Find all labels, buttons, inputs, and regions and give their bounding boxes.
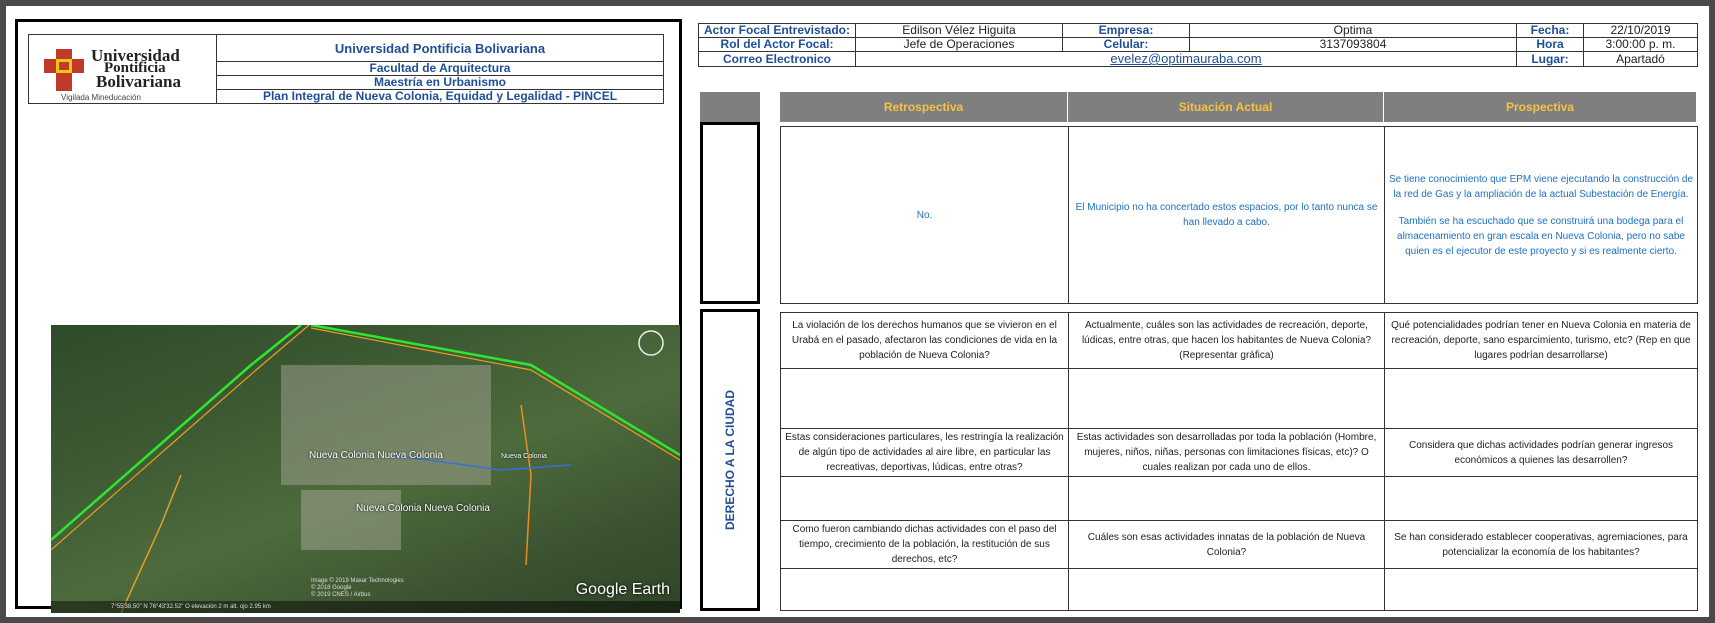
question-retro-cell: Estas consideraciones particulares, les … <box>780 428 1069 477</box>
map-credits: Image © 2019 Maxar Technologies © 2018 G… <box>311 578 404 599</box>
actor-value: Edilson Vélez Higuita <box>855 23 1063 38</box>
satellite-map[interactable]: Nueva Colonia Nueva Colonia Nueva Coloni… <box>51 325 680 613</box>
interview-info-table: Actor Focal Entrevistado: Edilson Vélez … <box>698 23 1698 67</box>
map-label: Nueva Colonia Nueva Colonia <box>309 450 443 461</box>
questions-table: La violación de los derechos humanos que… <box>780 312 1698 611</box>
email-link[interactable]: evelez@optimauraba.com <box>1110 51 1261 66</box>
question-retro-cell: Como fueron cambiando dichas actividades… <box>780 520 1069 569</box>
compass-icon <box>638 330 664 356</box>
fecha-value: 22/10/2019 <box>1583 23 1698 38</box>
question-prosp-cell: Qué potencialidades podrían tener en Nue… <box>1384 312 1698 369</box>
wordmark-line: Bolivariana <box>96 72 182 91</box>
header-line-master: Maestría en Urbanismo <box>216 75 664 90</box>
credit-line: © 2019 CNES / Airbus <box>311 592 371 598</box>
map-label: Nueva Colonia Nueva Colonia <box>356 503 490 514</box>
lugar-label: Lugar: <box>1516 51 1584 67</box>
first-block-table: No. El Municipio no ha concertado estos … <box>780 126 1698 304</box>
column-header-row: Retrospectiva Situación Actual Prospecti… <box>780 92 1697 122</box>
lugar-value: Apartadó <box>1583 51 1698 67</box>
institution-header: Universidad Pontificia Bolivariana Vigil… <box>28 34 664 104</box>
celular-label: Celular: <box>1062 37 1190 52</box>
section-label-wrap: DERECHO A LA CIUDAD <box>703 312 757 608</box>
answer-cell[interactable] <box>1384 368 1698 429</box>
hora-label: Hora <box>1516 37 1584 52</box>
column-header-prospectiva: Prospectiva <box>1384 92 1697 122</box>
answer-cell[interactable] <box>780 568 1069 611</box>
header-line-plan: Plan Integral de Nueva Colonia, Equidad … <box>216 89 664 104</box>
question-actual-cell: Actualmente, cuáles son las actividades … <box>1068 312 1385 369</box>
first-block-retro-cell: No. <box>780 126 1069 304</box>
logo-cell: Universidad Pontificia Bolivariana Vigil… <box>28 34 217 104</box>
answer-cell[interactable] <box>1384 476 1698 521</box>
column-header-situacion-actual: Situación Actual <box>1068 92 1384 122</box>
google-earth-logo: Google Earth <box>575 581 670 598</box>
left-panel: Universidad Pontificia Bolivariana Vigil… <box>15 19 682 613</box>
header-line-university: Universidad Pontificia Bolivariana <box>216 34 664 62</box>
logo-caption: Vigilada Mineducación <box>61 93 141 102</box>
column-header-retrospectiva: Retrospectiva <box>780 92 1068 122</box>
section-label: DERECHO A LA CIUDAD <box>723 390 737 530</box>
answer-cell[interactable] <box>1068 568 1385 611</box>
hora-value: 3:00:00 p. m. <box>1583 37 1698 52</box>
prosp-paragraph: También se ha escuchado que se construir… <box>1397 215 1685 257</box>
credit-line: © 2018 Google <box>311 585 352 591</box>
first-block-prosp-cell: Se tiene conocimiento que EPM viene ejec… <box>1384 126 1698 304</box>
map-status-bar: 7°55'38.50" N 76°43'32.52" O elevación 2… <box>51 601 680 613</box>
document-page: Universidad Pontificia Bolivariana Vigil… <box>6 6 1709 617</box>
section-box-top <box>700 122 760 304</box>
empresa-value: Optima <box>1189 23 1517 38</box>
header-corner-cell <box>700 92 760 122</box>
question-prosp-cell: Considera que dichas actividades podrían… <box>1384 428 1698 477</box>
section-box-derecho: DERECHO A LA CIUDAD <box>700 309 760 611</box>
credit-line: Image © 2019 Maxar Technologies <box>311 578 404 584</box>
prosp-paragraph: Se tiene conocimiento que EPM viene ejec… <box>1388 173 1694 200</box>
answer-cell[interactable] <box>780 476 1069 521</box>
map-overlay <box>51 325 680 613</box>
first-block-actual-cell: El Municipio no ha concertado estos espa… <box>1068 126 1385 304</box>
actor-label: Actor Focal Entrevistado: <box>698 23 856 38</box>
university-shield-icon <box>44 49 84 91</box>
question-actual-cell: Estas actividades son desarrolladas por … <box>1068 428 1385 477</box>
university-wordmark: Universidad Pontificia Bolivariana <box>91 47 182 91</box>
answer-cell[interactable] <box>780 368 1069 429</box>
celular-value: 3137093804 <box>1189 37 1517 52</box>
question-actual-cell: Cuáles son esas actividades innatas de l… <box>1068 520 1385 569</box>
correo-value-cell: evelez@optimauraba.com <box>855 51 1517 67</box>
answer-cell[interactable] <box>1384 568 1698 611</box>
empresa-label: Empresa: <box>1062 23 1190 38</box>
question-retro-cell: La violación de los derechos humanos que… <box>780 312 1069 369</box>
answer-cell[interactable] <box>1068 476 1385 521</box>
header-line-faculty: Facultad de Arquitectura <box>216 61 664 76</box>
fecha-label: Fecha: <box>1516 23 1584 38</box>
rol-label: Rol del Actor Focal: <box>698 37 856 52</box>
correo-label: Correo Electronico <box>698 51 856 67</box>
answer-cell[interactable] <box>1068 368 1385 429</box>
map-label: Nueva Colonia <box>501 453 547 460</box>
question-prosp-cell: Se han considerado establecer cooperativ… <box>1384 520 1698 569</box>
rol-value: Jefe de Operaciones <box>855 37 1063 52</box>
